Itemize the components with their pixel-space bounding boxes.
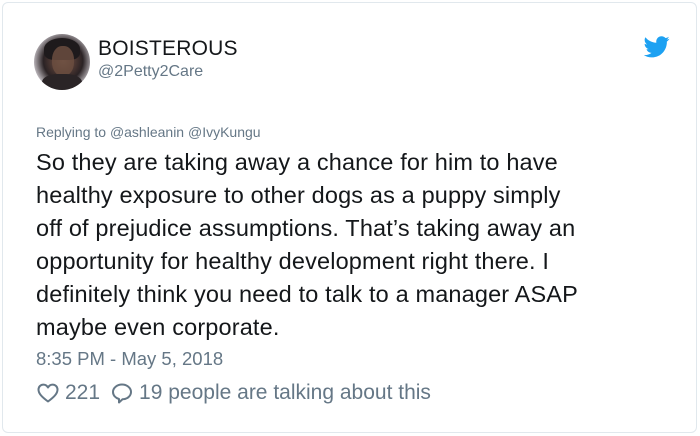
- tweet-actions: 221 19 people are talking about this: [36, 381, 431, 405]
- author-handle[interactable]: @2Petty2Care: [98, 63, 203, 81]
- mention-link[interactable]: @IvyKungu: [188, 124, 261, 140]
- replying-to-line: Replying to @ashleanin @IvyKungu: [36, 124, 261, 140]
- tweet-text: So they are taking away a chance for him…: [36, 146, 676, 344]
- mention-link[interactable]: @ashleanin: [110, 124, 184, 140]
- like-count[interactable]: 221: [65, 381, 100, 405]
- tweet-text-line: definitely think you need to talk to a m…: [36, 281, 578, 307]
- author-display-name[interactable]: BOISTEROUS: [98, 37, 238, 61]
- replying-to-label: Replying to: [36, 124, 107, 140]
- talking-about-count[interactable]: 19 people are talking about this: [139, 381, 431, 405]
- tweet-text-line: So they are taking away a chance for him…: [36, 149, 558, 175]
- tweet-text-line: healthy exposure to other dogs as a pupp…: [36, 182, 561, 208]
- tweet-timestamp[interactable]: 8:35 PM - May 5, 2018: [36, 348, 223, 370]
- embedded-tweet-card: BOISTEROUS @2Petty2Care Replying to @ash…: [2, 2, 697, 433]
- heart-icon[interactable]: [36, 381, 60, 405]
- speech-bubble-icon[interactable]: [110, 381, 134, 405]
- avatar-face-shape: [52, 46, 74, 76]
- avatar-shirt-shape: [42, 74, 82, 90]
- twitter-bird-icon[interactable]: [644, 36, 670, 58]
- tweet-text-line: off of prejudice assumptions. That’s tak…: [36, 215, 576, 241]
- tweet-text-line: maybe even corporate.: [36, 314, 280, 340]
- author-avatar[interactable]: [34, 34, 90, 90]
- tweet-text-line: opportunity for healthy development righ…: [36, 248, 550, 274]
